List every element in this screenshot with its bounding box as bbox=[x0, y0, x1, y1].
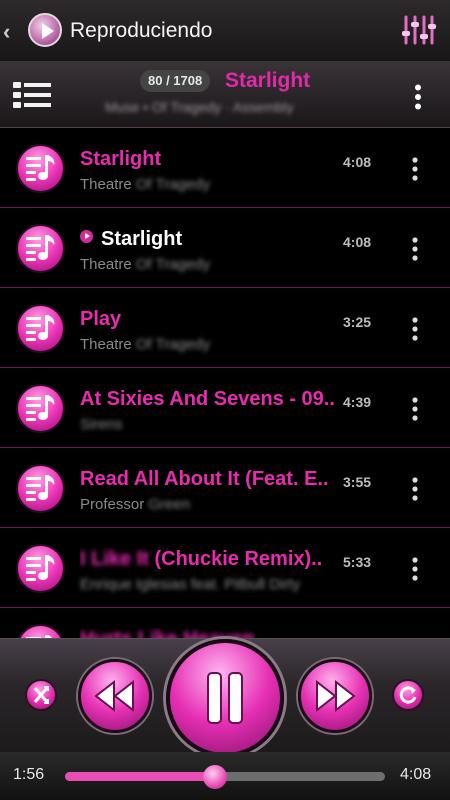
shuffle-button[interactable] bbox=[25, 679, 57, 711]
track-title: Hurts Like Heaven bbox=[80, 628, 255, 638]
seek-bar-fill bbox=[65, 772, 215, 781]
track-title: Play bbox=[80, 308, 122, 330]
back-chevron-icon[interactable]: ‹ bbox=[3, 19, 10, 45]
now-playing-title: Starlight bbox=[225, 69, 311, 92]
now-playing-header: 80 / 1708 Starlight Muse • Of Tragedy · … bbox=[0, 62, 450, 128]
track-duration: 3:55 bbox=[343, 474, 372, 490]
music-note-icon bbox=[18, 626, 63, 638]
track-row[interactable]: Read All About It (Feat. E.. Professor Gr… bbox=[0, 448, 450, 528]
track-title: Starlight bbox=[80, 148, 162, 170]
seek-bar-area: 1:56 4:08 bbox=[0, 752, 450, 800]
previous-button[interactable] bbox=[78, 659, 152, 733]
shuffle-icon bbox=[33, 686, 49, 704]
playback-controls bbox=[0, 638, 450, 757]
pause-button[interactable] bbox=[166, 639, 284, 757]
track-options-icon[interactable] bbox=[411, 157, 419, 181]
music-note-icon bbox=[18, 306, 63, 351]
track-artist: Enrique Iglesias feat. Pitbull Dirty bbox=[80, 576, 301, 593]
track-list[interactable]: Starlight Theatre Of Tragedy 4:08 Starlight… bbox=[0, 128, 450, 638]
track-options-icon[interactable] bbox=[411, 397, 419, 421]
overflow-menu-icon[interactable] bbox=[414, 84, 422, 110]
music-note-icon bbox=[18, 146, 63, 191]
track-duration: 5:33 bbox=[343, 554, 372, 570]
music-note-icon bbox=[18, 226, 63, 271]
track-title: I Like It (Chuckie Remix).. bbox=[80, 548, 323, 570]
seek-thumb[interactable] bbox=[202, 765, 227, 789]
pause-icon bbox=[207, 672, 243, 724]
music-note-icon bbox=[18, 546, 63, 591]
track-row[interactable]: Play Theatre Of Tragedy 3:25 bbox=[0, 288, 450, 368]
track-duration: 4:08 bbox=[343, 154, 372, 170]
track-artist: Sirens bbox=[80, 416, 123, 433]
now-playing-indicator-icon bbox=[80, 230, 93, 243]
equalizer-icon[interactable] bbox=[400, 14, 436, 46]
track-counter: 80 / 1708 bbox=[140, 70, 211, 92]
track-row[interactable]: I Like It (Chuckie Remix).. Enrique Igles… bbox=[0, 528, 450, 608]
now-playing-subtitle: Muse • Of Tragedy · Assembly bbox=[105, 99, 294, 115]
track-artist: Theatre Of Tragedy bbox=[80, 176, 211, 193]
repeat-icon bbox=[399, 686, 417, 704]
track-title: At Sixies And Sevens - 09.. bbox=[80, 388, 335, 410]
next-button[interactable] bbox=[298, 659, 372, 733]
track-row[interactable]: Hurts Like Heaven bbox=[0, 608, 450, 638]
rewind-icon bbox=[94, 679, 134, 713]
track-row[interactable]: Starlight Theatre Of Tragedy 4:08 bbox=[0, 128, 450, 208]
seek-bar[interactable] bbox=[65, 765, 385, 789]
track-duration: 4:08 bbox=[343, 234, 372, 250]
track-row[interactable]: Starlight Theatre Of Tragedy 4:08 bbox=[0, 208, 450, 288]
track-title: Starlight bbox=[80, 228, 182, 251]
music-note-icon bbox=[18, 386, 63, 431]
track-artist: Theatre Of Tragedy bbox=[80, 256, 211, 273]
page-title: Reproduciendo bbox=[70, 19, 213, 42]
track-row[interactable]: At Sixies And Sevens - 09.. Sirens 4:39 bbox=[0, 368, 450, 448]
track-duration: 4:39 bbox=[343, 394, 372, 410]
total-time: 4:08 bbox=[400, 766, 432, 783]
repeat-button[interactable] bbox=[392, 679, 424, 711]
app-play-icon[interactable] bbox=[28, 13, 62, 47]
track-options-icon[interactable] bbox=[411, 317, 419, 341]
track-options-icon[interactable] bbox=[411, 477, 419, 501]
elapsed-time: 1:56 bbox=[13, 766, 45, 783]
track-options-icon[interactable] bbox=[411, 237, 419, 261]
track-duration: 3:25 bbox=[343, 314, 372, 330]
music-note-icon bbox=[18, 466, 63, 511]
top-bar: ‹ Reproduciendo bbox=[0, 0, 450, 62]
track-artist: Professor Green bbox=[80, 496, 191, 513]
fast-forward-icon bbox=[316, 679, 356, 713]
track-options-icon[interactable] bbox=[411, 557, 419, 581]
track-artist: Theatre Of Tragedy bbox=[80, 336, 211, 353]
playlist-icon[interactable] bbox=[13, 82, 51, 108]
track-title: Read All About It (Feat. E.. bbox=[80, 468, 329, 490]
